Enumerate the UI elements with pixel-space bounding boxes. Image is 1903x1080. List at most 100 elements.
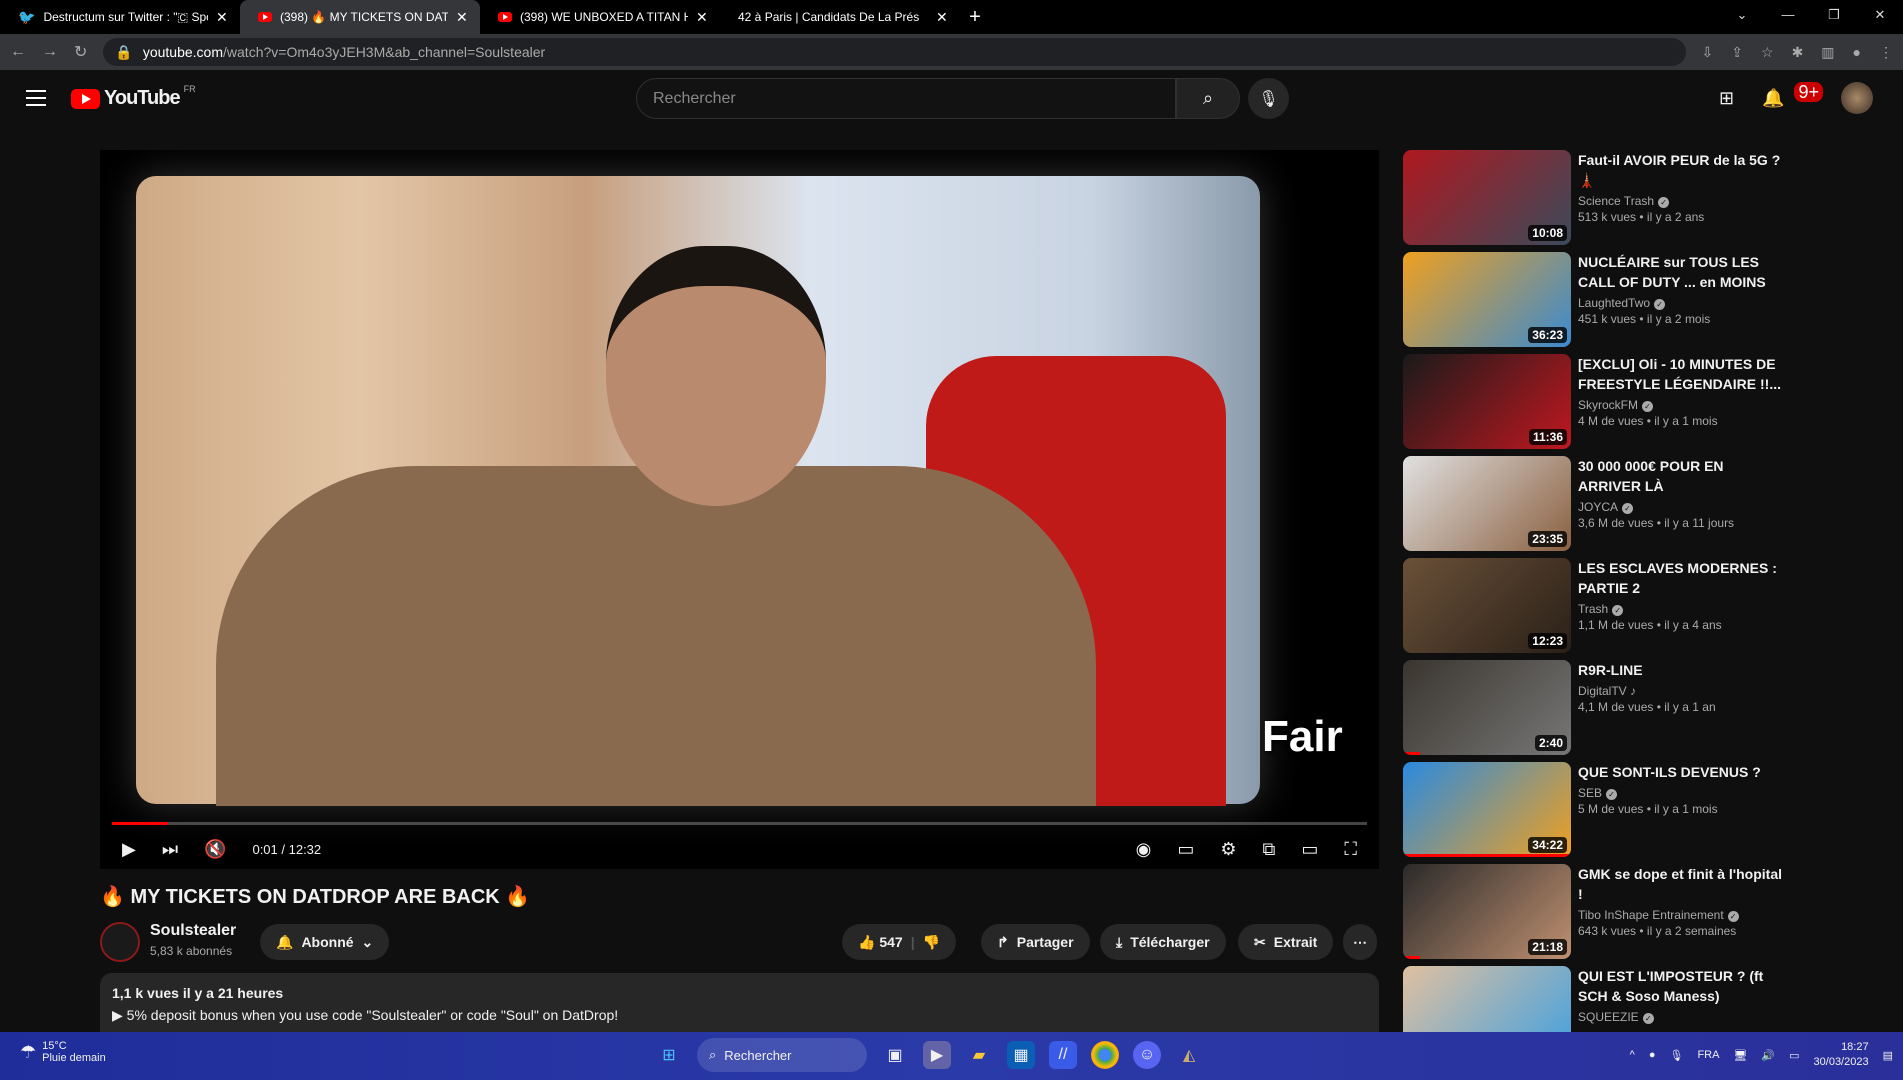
battery-icon[interactable]: ▭ [1789, 1049, 1799, 1062]
network-icon[interactable]: 🖥 [1733, 1049, 1747, 1062]
video-title[interactable]: Faut-il AVOIR PEUR de la 5G ? 🗼 [1578, 150, 1783, 190]
close-tab-icon[interactable]: ✕ [936, 9, 950, 26]
video-thumbnail[interactable]: 23:35 [1403, 456, 1571, 551]
tray-mic-icon[interactable]: 🎙 [1669, 1049, 1683, 1062]
profile-icon[interactable]: ● [1853, 44, 1861, 61]
windows-start-icon[interactable]: ⊞ [655, 1041, 683, 1069]
video-title[interactable]: QUE SONT-ILS DEVENUS ? [1578, 762, 1783, 782]
tray-chevron-icon[interactable]: ^ [1630, 1049, 1635, 1061]
tray-app-icon[interactable]: ● [1649, 1049, 1656, 1061]
reload-icon[interactable]: ↻ [74, 42, 87, 62]
taskbar-search[interactable]: ⌕ Rechercher [697, 1038, 867, 1072]
more-actions-button[interactable]: ⋯ [1343, 924, 1377, 960]
theater-mode-icon[interactable]: ▭ [1301, 839, 1318, 860]
channel-name[interactable]: JOYCA [1578, 500, 1618, 514]
video-title[interactable]: NUCLÉAIRE sur TOUS LES CALL OF DUTY ... … [1578, 252, 1783, 292]
recommended-video[interactable]: 2:40 R9R-LINE DigitalTV ♪ 4,1 M de vues … [1403, 660, 1783, 762]
recommended-video[interactable]: 36:23 NUCLÉAIRE sur TOUS LES CALL OF DUT… [1403, 252, 1783, 354]
channel-name[interactable]: Trash [1578, 602, 1608, 616]
task-view-icon[interactable]: ▣ [881, 1041, 909, 1069]
tab-search-icon[interactable]: ⌄ [1719, 0, 1765, 30]
video-title[interactable]: QUI EST L'IMPOSTEUR ? (ft SCH & Soso Man… [1578, 966, 1783, 1006]
channel-name[interactable]: SEB [1578, 786, 1602, 800]
discord-icon[interactable]: ☺ [1133, 1041, 1161, 1069]
recommended-video[interactable]: 34:22 QUE SONT-ILS DEVENUS ? SEB ✓ 5 M de… [1403, 762, 1783, 864]
muted-volume-icon[interactable]: 🔇 [204, 839, 226, 860]
recommended-video[interactable]: 12:23 LES ESCLAVES MODERNES : PARTIE 2 T… [1403, 558, 1783, 660]
tab-youtube-active[interactable]: (398) 🔥 MY TICKETS ON DATDROP ✕ [240, 0, 480, 34]
file-explorer-icon[interactable]: ▰ [965, 1041, 993, 1069]
sidepanel-icon[interactable]: ▥ [1821, 44, 1834, 61]
recommended-video[interactable]: 11:36 [EXCLU] Oli - 10 MINUTES DE FREEST… [1403, 354, 1783, 456]
fullscreen-icon[interactable]: ⛶ [1344, 839, 1357, 860]
settings-gear-icon[interactable]: ⚙ [1220, 839, 1236, 860]
play-icon[interactable]: ▶ [122, 839, 136, 860]
notifications-bell-icon[interactable]: 🔔 9+ [1762, 81, 1823, 109]
forward-icon[interactable]: → [42, 43, 58, 61]
subtitles-icon[interactable]: ▭ [1177, 839, 1194, 860]
video-thumbnail[interactable]: 36:23 [1403, 252, 1571, 347]
restore-icon[interactable]: ❐ [1811, 0, 1857, 30]
tab-youtube[interactable]: (398) WE UNBOXED A TITAN HO ✕ [480, 0, 720, 34]
language-indicator[interactable]: FRA [1697, 1049, 1719, 1061]
channel-name[interactable]: Tibo InShape Entrainement [1578, 908, 1724, 922]
store-icon[interactable]: ▦ [1007, 1041, 1035, 1069]
subscribed-button[interactable]: 🔔 Abonné ⌄ [260, 924, 390, 960]
search-input[interactable]: Rechercher [636, 78, 1176, 119]
voice-search-button[interactable]: 🎙 [1248, 78, 1289, 119]
channel-name[interactable]: LaughtedTwo [1578, 296, 1650, 310]
like-button[interactable]: 👍 547 [858, 934, 903, 951]
tab-42[interactable]: 42 à Paris | Candidats De La Prés ✕ [720, 0, 960, 34]
video-title[interactable]: LES ESCLAVES MODERNES : PARTIE 2 [1578, 558, 1783, 598]
dislike-button[interactable]: 👎 [923, 934, 940, 951]
teams-icon[interactable]: ▶ [923, 1041, 951, 1069]
download-button[interactable]: ⤓ Télécharger [1100, 924, 1226, 960]
channel-name[interactable]: Science Trash [1578, 194, 1654, 208]
video-thumbnail[interactable]: 12:23 [1403, 558, 1571, 653]
avatar[interactable] [1841, 82, 1873, 114]
notification-center-icon[interactable]: ▤ [1883, 1049, 1893, 1062]
autoplay-toggle[interactable]: ◉ [1136, 839, 1152, 860]
clip-button[interactable]: ✂ Extrait [1238, 924, 1334, 960]
share-icon[interactable]: ⇪ [1731, 44, 1743, 61]
video-thumbnail[interactable]: 2:40 [1403, 660, 1571, 755]
channel-avatar[interactable] [100, 922, 140, 962]
extensions-icon[interactable]: ✱ [1792, 44, 1804, 61]
recommended-video[interactable]: 21:18 GMK se dope et finit à l'hopital !… [1403, 864, 1783, 966]
close-tab-icon[interactable]: ✕ [696, 9, 710, 26]
volume-icon[interactable]: 🔊 [1761, 1049, 1775, 1062]
recommended-video[interactable]: 10:08 Faut-il AVOIR PEUR de la 5G ? 🗼 Sc… [1403, 150, 1783, 252]
next-icon[interactable]: ⏭ [162, 839, 178, 860]
video-title[interactable]: R9R-LINE [1578, 660, 1783, 680]
app-icon[interactable]: // [1049, 1041, 1077, 1069]
close-tab-icon[interactable]: ✕ [216, 9, 230, 26]
minimize-icon[interactable]: — [1765, 0, 1811, 30]
league-icon[interactable]: ◭ [1175, 1041, 1203, 1069]
channel-name[interactable]: SQUEEZIE [1578, 1010, 1639, 1024]
video-thumbnail[interactable]: 10:08 [1403, 150, 1571, 245]
chrome-icon[interactable] [1091, 1041, 1119, 1069]
weather-widget[interactable]: ☂ 15°C Pluie demain [20, 1040, 106, 1064]
progress-bar[interactable] [112, 822, 1367, 825]
clock[interactable]: 18:27 30/03/2023 [1814, 1040, 1869, 1070]
video-title[interactable]: 30 000 000€ POUR EN ARRIVER LÀ [1578, 456, 1783, 496]
youtube-logo[interactable]: YouTube FR [71, 84, 196, 110]
bookmark-star-icon[interactable]: ☆ [1761, 44, 1774, 61]
create-video-icon[interactable]: ⊞ [1719, 88, 1734, 109]
video-title[interactable]: [EXCLU] Oli - 10 MINUTES DE FREESTYLE LÉ… [1578, 354, 1783, 394]
miniplayer-icon[interactable]: ⧉ [1263, 839, 1276, 860]
search-button[interactable]: ⌕ [1176, 78, 1240, 119]
menu-icon[interactable]: ⋮ [1879, 44, 1893, 61]
channel-name[interactable]: SkyrockFM [1578, 398, 1638, 412]
hamburger-menu-icon[interactable] [26, 90, 46, 106]
recommended-video[interactable]: 23:35 30 000 000€ POUR EN ARRIVER LÀ JOY… [1403, 456, 1783, 558]
new-tab-button[interactable]: + [960, 0, 990, 34]
tab-twitter[interactable]: 🐦 Destructum sur Twitter : "🇨 Spor ✕ [0, 0, 240, 34]
channel-name[interactable]: DigitalTV [1578, 684, 1627, 698]
close-window-icon[interactable]: ✕ [1857, 0, 1903, 30]
install-icon[interactable]: ⇩ [1702, 44, 1714, 61]
back-icon[interactable]: ← [10, 43, 26, 61]
video-player[interactable]: ▶ ⏭ 🔇 0:01 / 12:32 ◉ ▭ ⚙ ⧉ ▭ ⛶ [100, 150, 1379, 869]
video-thumbnail[interactable]: 34:22 [1403, 762, 1571, 857]
video-thumbnail[interactable]: 11:36 [1403, 354, 1571, 449]
